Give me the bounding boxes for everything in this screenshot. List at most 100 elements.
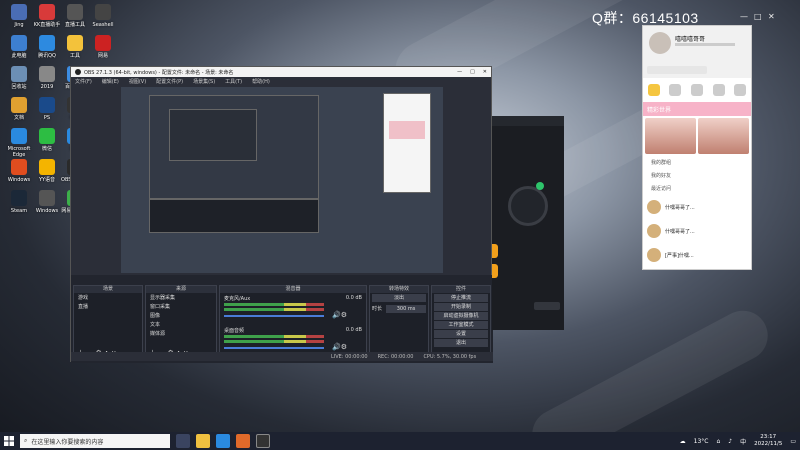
clock[interactable]: 23:17 2022/11/5 (754, 434, 782, 448)
obs-taskbar-icon[interactable] (256, 434, 270, 448)
desktop-icon[interactable]: Windows (32, 190, 62, 214)
source-item[interactable]: 媒体源 (146, 329, 216, 338)
qq-list-item[interactable]: 最近访问 (643, 182, 751, 195)
menu-item[interactable]: 帮助(H) (252, 78, 270, 85)
source-item[interactable]: 显示器采集 (146, 293, 216, 302)
menu-item[interactable]: 场景集(S) (193, 78, 215, 85)
tab-groups[interactable] (690, 84, 703, 96)
desktop-icon[interactable]: Windows (4, 159, 34, 183)
desktop-icon[interactable]: Jing (4, 4, 34, 28)
taskbar-search[interactable]: ⌕ 在这里输入你要搜索的内容 (20, 434, 170, 448)
desktop-icon[interactable]: 直播工具 (60, 4, 90, 28)
menu-item[interactable]: 工具(T) (225, 78, 242, 85)
desktop-icon[interactable]: 工具 (60, 35, 90, 59)
ime-icon[interactable]: 中 (740, 437, 746, 446)
desktop-icon[interactable]: 网易 (88, 35, 118, 59)
speaker-icon[interactable]: 🔊⚙ (332, 343, 347, 351)
desktop-icon[interactable]: Microsoft Edge (4, 128, 34, 158)
desktop-icon[interactable]: YY语音 (32, 159, 62, 183)
desktop-icon[interactable]: 此电脑 (4, 35, 34, 59)
file-explorer-icon[interactable] (196, 434, 210, 448)
taskbar-app-icon[interactable] (236, 434, 250, 448)
tab-more[interactable] (734, 84, 747, 96)
desktop-icon[interactable]: KK直播助手 (32, 4, 62, 28)
desktop-icon[interactable]: 腾讯QQ (32, 35, 62, 59)
app-icon (39, 4, 55, 20)
desktop-icon[interactable]: PS (32, 97, 62, 121)
desktop-icon[interactable]: 文档 (4, 97, 34, 121)
side-tab-orange[interactable] (492, 244, 498, 258)
volume-icon[interactable]: ♪ (728, 438, 732, 445)
minimize-icon[interactable]: — (457, 69, 462, 75)
obs-window: OBS 27.1.3 (64-bit, windows) - 配置文件: 未命名… (70, 66, 493, 363)
speaker-icon[interactable]: 🔊⚙ (332, 311, 347, 319)
desktop-icon[interactable]: 2019 (32, 66, 62, 90)
minimize-icon[interactable]: — (740, 12, 748, 21)
source-item[interactable]: 窗口采集 (146, 302, 216, 311)
qq-photos[interactable] (643, 116, 751, 156)
desktop-icon[interactable]: Seashell (88, 4, 118, 28)
volume-slider[interactable] (224, 315, 324, 317)
clock-time: 23:17 (760, 434, 777, 440)
menu-item[interactable]: 配置文件(P) (156, 78, 183, 85)
qq-list-item[interactable]: 我的好友 (643, 169, 751, 182)
desktop-icon[interactable]: 回收站 (4, 66, 34, 90)
control-button[interactable]: 设置 (434, 330, 488, 338)
qq-list-item[interactable]: 我的群组 (643, 156, 751, 169)
desktop-icon[interactable]: Steam (4, 190, 34, 214)
search-input[interactable] (647, 66, 707, 74)
qq-message-row[interactable]: 什嘿哥哥了... (643, 219, 751, 243)
control-button[interactable]: 开始录制 (434, 303, 488, 311)
edge-icon[interactable] (216, 434, 230, 448)
stream-settings-button[interactable] (534, 302, 560, 310)
volume-slider[interactable] (224, 347, 324, 349)
weather-icon[interactable]: ☁ (680, 438, 686, 445)
clock-date: 2022/11/5 (754, 441, 783, 447)
close-icon[interactable]: ✕ (768, 12, 775, 21)
scene-item[interactable]: 游戏 (74, 293, 142, 302)
task-view-icon[interactable] (176, 434, 190, 448)
notification-icon[interactable]: ▭ (790, 438, 796, 445)
obs-docks: 场景 游戏直播 ＋ — ⚙ ∧ ∨ 来源 显示器采集窗口采集图像文本媒体源 ＋ … (71, 275, 493, 363)
menu-item[interactable]: 文件(F) (75, 78, 92, 85)
status-cpu: CPU: 5.7%, 30.00 fps (423, 353, 477, 360)
source-item[interactable]: 图像 (146, 311, 216, 320)
control-button[interactable]: 启动虚拟摄像机 (434, 312, 488, 320)
menu-item[interactable]: 编辑(E) (102, 78, 119, 85)
desktop-icon-label: 回收站 (11, 84, 27, 90)
control-button[interactable]: 退出 (434, 339, 488, 347)
close-icon[interactable]: ✕ (483, 69, 487, 75)
qq-banner[interactable]: 精彩世界 (643, 102, 751, 116)
duration-input[interactable]: 300 ms (386, 305, 426, 313)
network-icon[interactable]: ⌂ (716, 438, 720, 445)
obs-menubar: 文件(F) 编辑(E) 视图(V) 配置文件(P) 场景集(S) 工具(T) 帮助(H) (71, 77, 491, 86)
qq-message-row[interactable]: 什嘿哥哥了... (643, 195, 751, 219)
tab-space[interactable] (712, 84, 725, 96)
desktop-icon-label: Windows (7, 177, 31, 183)
source-item[interactable]: 文本 (146, 320, 216, 329)
restore-icon[interactable]: □ (754, 12, 762, 21)
side-tab-orange[interactable] (492, 264, 498, 278)
desktop-icon-label: YY语音 (38, 177, 56, 183)
app-icon (39, 190, 55, 206)
control-button[interactable]: 工作室模式 (434, 321, 488, 329)
desktop-icon[interactable]: 微信 (32, 128, 62, 152)
volume-meter (224, 303, 324, 306)
scene-item[interactable]: 直播 (74, 302, 142, 311)
control-button[interactable]: 停止推流 (434, 294, 488, 302)
scene-list: 游戏 直播 (74, 293, 142, 311)
tab-messages[interactable] (647, 84, 660, 96)
tab-contacts[interactable] (669, 84, 682, 96)
obs-preview[interactable] (121, 87, 443, 273)
menu-item[interactable]: 视图(V) (129, 78, 146, 85)
obs-title: OBS 27.1.3 (64-bit, windows) - 配置文件: 未命名… (84, 69, 234, 76)
maximize-icon[interactable]: □ (470, 69, 475, 75)
qq-message-row[interactable]: [严事]什嘿... (643, 243, 751, 267)
photo-1[interactable] (645, 118, 696, 154)
start-button[interactable] (0, 432, 18, 450)
start-stream-button[interactable] (508, 186, 548, 226)
transition-select[interactable]: 淡出 (372, 294, 426, 302)
avatar[interactable] (649, 32, 671, 54)
qq-list: 我的群组 我的好友 最近访问 (643, 156, 751, 195)
photo-2[interactable] (698, 118, 749, 154)
